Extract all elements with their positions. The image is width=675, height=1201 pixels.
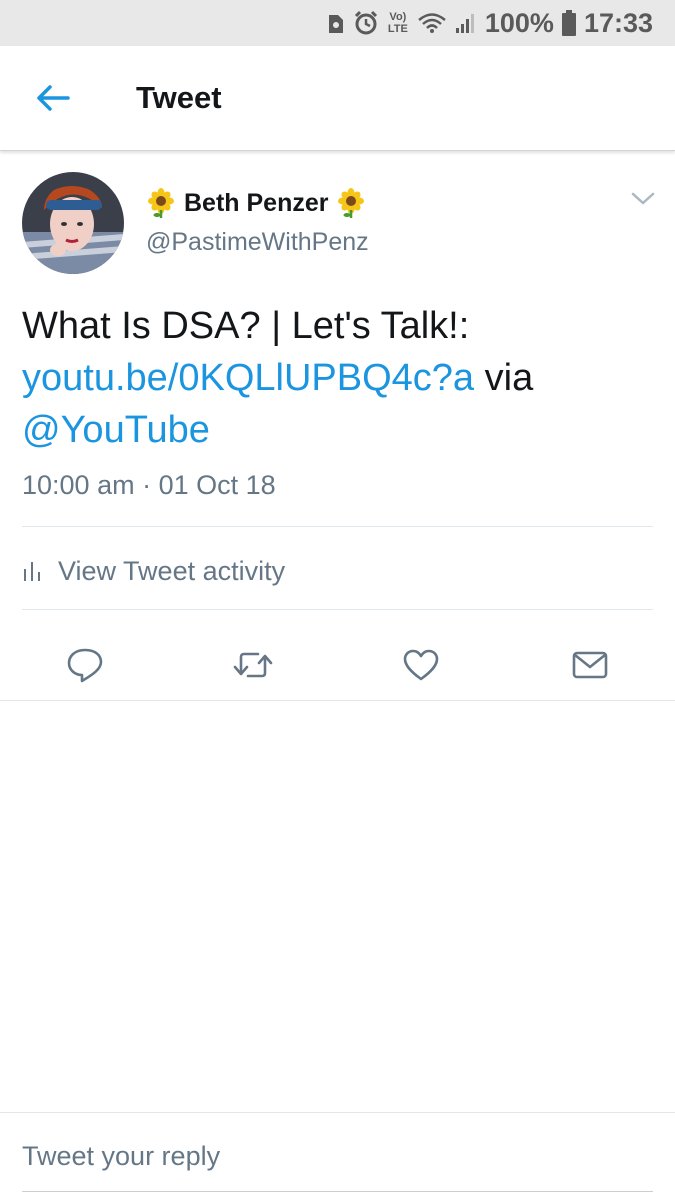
divider bbox=[22, 609, 653, 610]
like-button[interactable] bbox=[396, 640, 446, 690]
page-title: Tweet bbox=[136, 80, 222, 115]
tweet-mention[interactable]: @YouTube bbox=[22, 409, 210, 451]
tweet-timestamp: 10:00 am · 01 Oct 18 bbox=[22, 470, 276, 500]
divider bbox=[0, 700, 675, 701]
back-arrow-icon bbox=[37, 85, 70, 111]
back-button[interactable] bbox=[28, 76, 78, 120]
wifi-icon bbox=[418, 13, 446, 33]
chevron-down-icon bbox=[631, 192, 655, 205]
reply-icon bbox=[67, 648, 103, 683]
tweet-text-plain: What Is DSA? | Let's Talk!: bbox=[22, 305, 470, 347]
sim-icon bbox=[328, 15, 343, 33]
reply-bar: Tweet your reply bbox=[0, 1112, 675, 1201]
avatar[interactable] bbox=[22, 172, 124, 274]
status-bar: Vo) LTE 100% 17:33 bbox=[0, 0, 675, 46]
direct-message-icon bbox=[572, 651, 608, 679]
battery-percent: 100% bbox=[484, 7, 554, 38]
tweet-text: What Is DSA? | Let's Talk!: youtu.be/0KQL… bbox=[22, 300, 652, 456]
tweet-menu-button[interactable] bbox=[630, 190, 656, 208]
volte-label: Vo) LTE bbox=[387, 11, 408, 35]
divider bbox=[22, 526, 653, 527]
status-icons: Vo) LTE 100% 17:33 bbox=[327, 0, 653, 46]
reply-button[interactable] bbox=[60, 640, 110, 690]
tweet-link[interactable]: youtu.be/0KQLlUPBQ4c?a bbox=[22, 357, 474, 399]
author-name: Beth Penzer bbox=[184, 188, 329, 217]
direct-message-button[interactable] bbox=[565, 640, 615, 690]
avatar-image bbox=[22, 172, 124, 274]
view-activity-label: View Tweet activity bbox=[58, 555, 286, 586]
alarm-icon bbox=[354, 10, 377, 35]
tweet-text-via: via bbox=[474, 357, 534, 399]
reply-underline bbox=[22, 1191, 653, 1192]
author-name-row[interactable]: Beth Penzer bbox=[146, 188, 366, 218]
view-activity-button[interactable]: View Tweet activity bbox=[22, 550, 285, 592]
signal-icon bbox=[455, 14, 474, 33]
clock: 17:33 bbox=[583, 7, 653, 38]
retweet-button[interactable] bbox=[228, 640, 278, 690]
tweet-actions bbox=[0, 630, 675, 700]
author-handle[interactable]: @PastimeWithPenz bbox=[146, 228, 369, 257]
sunflower-icon bbox=[336, 188, 366, 218]
analytics-icon bbox=[24, 562, 40, 581]
app-header: Tweet bbox=[0, 46, 675, 151]
retweet-icon bbox=[233, 652, 273, 678]
sunflower-icon bbox=[146, 188, 176, 218]
battery-icon bbox=[561, 10, 576, 36]
reply-input[interactable]: Tweet your reply bbox=[22, 1141, 653, 1172]
like-icon bbox=[403, 649, 439, 681]
